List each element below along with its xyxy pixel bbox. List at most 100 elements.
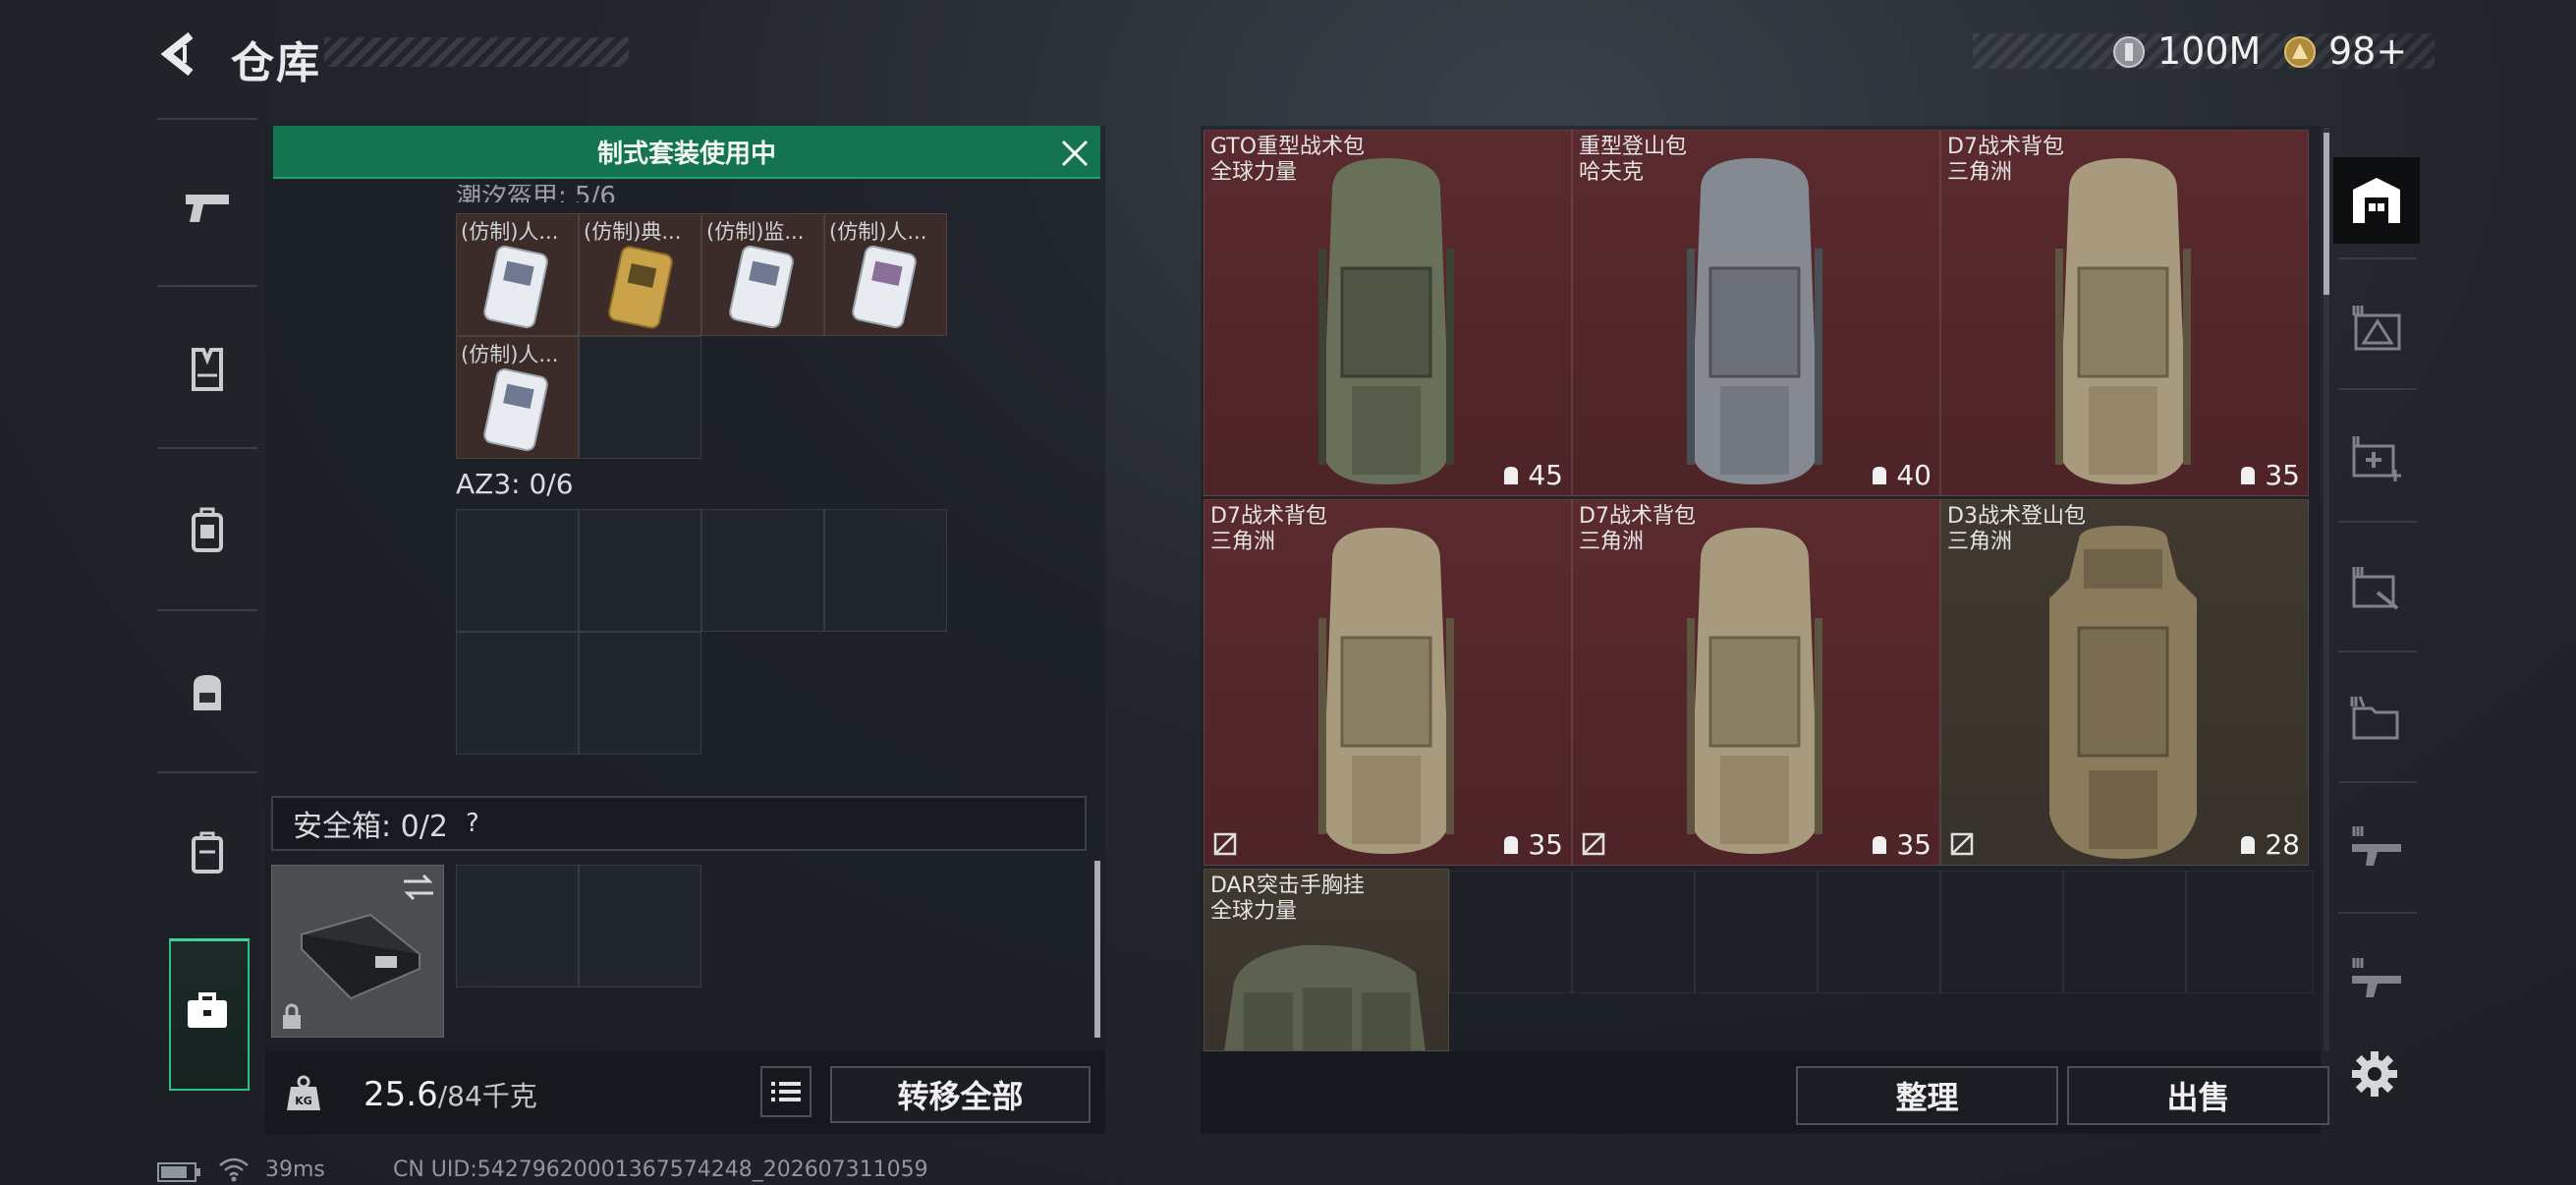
weight-icon: KG bbox=[283, 1073, 324, 1114]
close-icon bbox=[1061, 140, 1089, 167]
empty-slot[interactable] bbox=[701, 509, 824, 632]
weight-value: 25.6/84千克 bbox=[364, 1075, 537, 1114]
no-trade-icon bbox=[1213, 832, 1237, 856]
help-button[interactable]: ? bbox=[466, 809, 479, 838]
close-banner-button[interactable] bbox=[1059, 138, 1091, 169]
item-source: 全球力量 bbox=[1210, 899, 1298, 924]
svg-text:KG: KG bbox=[295, 1095, 312, 1107]
uid-text: CN UID:5427962000136757424​8_20260731105… bbox=[393, 1157, 928, 1182]
storage-item-d7[interactable]: D7战术背包 三角洲 35 bbox=[1204, 499, 1572, 866]
container-tab[interactable] bbox=[180, 825, 235, 880]
empty-slot[interactable] bbox=[456, 509, 579, 632]
storage-tab-4[interactable] bbox=[2336, 548, 2417, 629]
medical-storage-icon bbox=[2352, 436, 2401, 481]
tab-divider bbox=[2338, 650, 2417, 652]
storage-item-d7[interactable]: D7战术背包 三角洲 35 bbox=[1940, 130, 2309, 496]
capacity-icon bbox=[2241, 835, 2256, 854]
backpack-image bbox=[1318, 158, 1454, 484]
chest-rig-icon bbox=[192, 507, 223, 552]
toolbox-icon bbox=[188, 992, 227, 1028]
capacity-value: 28 bbox=[2265, 828, 2300, 861]
empty-slot[interactable] bbox=[2063, 871, 2186, 993]
list-view-button[interactable] bbox=[760, 1066, 812, 1117]
item-label: (仿制)人... bbox=[461, 343, 559, 367]
empty-slot[interactable] bbox=[1940, 871, 2063, 993]
inventory-item[interactable]: (仿制)人... bbox=[456, 336, 579, 459]
id-card-icon bbox=[852, 245, 917, 329]
page-title: 仓库 bbox=[231, 38, 321, 88]
safe-box-item[interactable] bbox=[271, 865, 444, 1038]
inventory-item[interactable]: (仿制)人... bbox=[456, 213, 579, 336]
storage-item-d7[interactable]: D7战术背包 三角洲 35 bbox=[1572, 499, 1940, 866]
empty-slot[interactable] bbox=[2186, 871, 2314, 993]
backpack-icon bbox=[194, 675, 221, 710]
empty-slot[interactable] bbox=[579, 336, 701, 459]
weight-current: 25.6 bbox=[364, 1075, 438, 1114]
sell-button[interactable]: 出售 bbox=[2067, 1066, 2329, 1125]
backpack-tab[interactable] bbox=[180, 664, 235, 719]
settings-button[interactable] bbox=[2350, 1049, 2399, 1099]
capacity-icon bbox=[1873, 466, 1887, 484]
silver-currency-value: 100M bbox=[2157, 29, 2262, 73]
inventory-item[interactable]: (仿制)监... bbox=[701, 213, 824, 336]
empty-slot[interactable] bbox=[1695, 871, 1818, 993]
storage-item-gto[interactable]: GTO重型战术包 全球力量 45 bbox=[1204, 130, 1572, 496]
right-scrollbar[interactable] bbox=[2324, 133, 2329, 295]
empty-slot[interactable] bbox=[1449, 871, 1572, 993]
tab-divider bbox=[2338, 912, 2417, 914]
empty-slot[interactable] bbox=[1818, 871, 1940, 993]
empty-slot[interactable] bbox=[456, 865, 579, 988]
tab-divider bbox=[2338, 388, 2417, 390]
armor-tab[interactable] bbox=[180, 342, 235, 397]
empty-slot[interactable] bbox=[824, 509, 947, 632]
storage-tab-3[interactable] bbox=[2336, 418, 2417, 498]
storage-tab-5[interactable] bbox=[2336, 678, 2417, 759]
sort-button[interactable]: 整理 bbox=[1796, 1066, 2058, 1125]
id-card-icon bbox=[483, 367, 548, 452]
nav-divider bbox=[157, 285, 257, 287]
empty-slot[interactable] bbox=[456, 632, 579, 755]
storage-item-dar[interactable]: DAR突击手胸挂 全球力量 bbox=[1204, 869, 1449, 1051]
item-name: DAR突击手胸挂 bbox=[1210, 874, 1365, 898]
empty-slot[interactable] bbox=[579, 632, 701, 755]
capacity-value: 35 bbox=[2265, 459, 2300, 491]
rig-tab[interactable] bbox=[180, 503, 235, 558]
vest-icon bbox=[192, 348, 223, 391]
left-scrollbar[interactable] bbox=[1094, 861, 1100, 1038]
item-label: (仿制)典... bbox=[584, 220, 682, 244]
toolbox-tab[interactable] bbox=[180, 983, 235, 1038]
empty-slot[interactable] bbox=[1572, 871, 1695, 993]
nav-divider bbox=[157, 447, 257, 449]
preset-banner: 制式套装使用中 bbox=[273, 126, 1100, 179]
inventory-item[interactable]: (仿制)人... bbox=[824, 213, 947, 336]
empty-slot[interactable] bbox=[579, 865, 701, 988]
inventory-item[interactable]: (仿制)典... bbox=[579, 213, 701, 336]
folder-storage-icon bbox=[2350, 696, 2399, 740]
capacity-icon bbox=[1873, 835, 1887, 854]
wifi-icon bbox=[218, 1157, 250, 1183]
nav-divider bbox=[157, 609, 257, 611]
item-label: (仿制)监... bbox=[706, 220, 805, 244]
nav-divider bbox=[157, 771, 257, 773]
item-label: (仿制)人... bbox=[461, 220, 559, 244]
id-card-icon bbox=[483, 245, 548, 329]
list-icon bbox=[771, 1082, 801, 1101]
storage-tab-2[interactable] bbox=[2336, 287, 2417, 367]
storage-tab-6[interactable] bbox=[2336, 808, 2417, 888]
all-storage-tab[interactable] bbox=[2336, 160, 2417, 241]
transfer-all-button[interactable]: 转移全部 bbox=[830, 1066, 1091, 1123]
storage-item-heavy-climbing[interactable]: 重型登山包 哈夫克 40 bbox=[1572, 130, 1940, 496]
storage-item-d3[interactable]: D3战术登山包 三角洲 28 bbox=[1940, 499, 2309, 866]
chest-rig-image bbox=[1224, 944, 1426, 1050]
storage-tab-7[interactable] bbox=[2336, 939, 2417, 1020]
weapon-tab[interactable] bbox=[180, 179, 235, 234]
battery-icon bbox=[157, 1161, 202, 1183]
gold-currency-value[interactable]: 98+ bbox=[2328, 29, 2407, 73]
gold-card-icon bbox=[608, 246, 673, 329]
backpack-image bbox=[2049, 526, 2197, 859]
empty-slot[interactable] bbox=[579, 509, 701, 632]
weight-max: /84千克 bbox=[437, 1080, 537, 1112]
swap-icon bbox=[404, 874, 433, 901]
backpack-image bbox=[1687, 158, 1822, 484]
back-button[interactable] bbox=[155, 29, 204, 79]
